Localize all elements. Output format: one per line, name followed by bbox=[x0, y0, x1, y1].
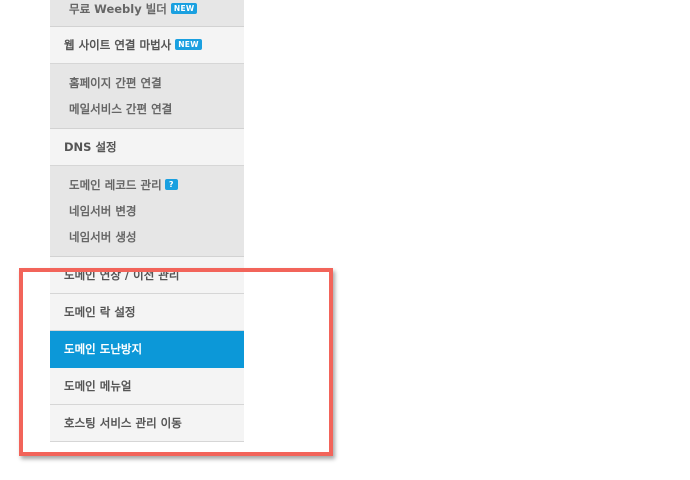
sidebar-item-label: 도메인 레코드 관리 bbox=[69, 178, 162, 192]
domain-side-menu: 무료 Weebly 빌더 NEW 웹 사이트 연결 마법사 NEW 홈페이지 간편 … bbox=[50, 0, 244, 442]
sidebar-item-label: 네임서버 생성 bbox=[69, 230, 137, 244]
sidebar-item-label: 도메인 메뉴얼 bbox=[64, 379, 132, 393]
sidebar-item-label: 무료 Weebly 빌더 bbox=[69, 2, 167, 16]
sidebar-item-nameserver-change[interactable]: 네임서버 변경 bbox=[50, 198, 244, 224]
sidebar-item-theft-protection[interactable]: 도메인 도난방지 bbox=[50, 331, 244, 368]
sidebar-item-label: 도메인 도난방지 bbox=[64, 342, 143, 356]
sidebar-item-label: 호스팅 서비스 관리 이동 bbox=[64, 416, 182, 430]
sidebar-item-website-wizard[interactable]: 웹 사이트 연결 마법사 NEW bbox=[50, 27, 244, 64]
dns-subgroup: 도메인 레코드 관리? 네임서버 변경 네임서버 생성 bbox=[50, 166, 244, 257]
sidebar-item-domain-manual[interactable]: 도메인 메뉴얼 bbox=[50, 368, 244, 405]
sidebar-item-homepage-connect[interactable]: 홈페이지 간편 연결 bbox=[50, 70, 244, 96]
sidebar-item-label: DNS 설정 bbox=[64, 140, 117, 154]
sidebar-item-weebly-builder[interactable]: 무료 Weebly 빌더 NEW bbox=[50, 0, 244, 22]
sidebar-item-hosting-manage[interactable]: 호스팅 서비스 관리 이동 bbox=[50, 405, 244, 442]
sidebar-item-nameserver-create[interactable]: 네임서버 생성 bbox=[50, 224, 244, 250]
new-badge: NEW bbox=[170, 3, 198, 14]
help-icon[interactable]: ? bbox=[164, 179, 178, 190]
weebly-group: 무료 Weebly 빌더 NEW bbox=[50, 0, 244, 27]
new-badge: NEW bbox=[175, 39, 202, 50]
sidebar-item-record-manage[interactable]: 도메인 레코드 관리? bbox=[50, 172, 244, 198]
connect-subgroup: 홈페이지 간편 연결 메일서비스 간편 연결 bbox=[50, 64, 244, 129]
sidebar-item-label: 네임서버 변경 bbox=[69, 204, 137, 218]
sidebar-item-label: 홈페이지 간편 연결 bbox=[69, 76, 162, 90]
sidebar-item-label: 도메인 연장 / 이전 관리 bbox=[64, 268, 180, 282]
sidebar-item-domain-lock[interactable]: 도메인 락 설정 bbox=[50, 294, 244, 331]
sidebar-item-label: 도메인 락 설정 bbox=[64, 305, 136, 319]
sidebar-item-partially-hidden[interactable]: 도메인 연장 / 이전 관리 bbox=[50, 257, 244, 294]
sidebar-item-dns-settings[interactable]: DNS 설정 bbox=[50, 129, 244, 166]
sidebar-item-label: 웹 사이트 연결 마법사 bbox=[64, 38, 172, 52]
sidebar-item-label: 메일서비스 간편 연결 bbox=[69, 102, 173, 116]
sidebar-item-mail-connect[interactable]: 메일서비스 간편 연결 bbox=[50, 96, 244, 122]
